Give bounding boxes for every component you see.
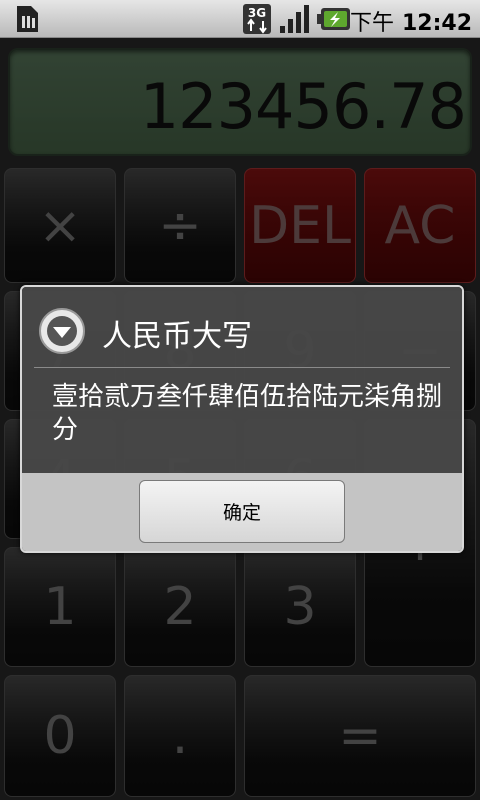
time-period: 下午 [349, 11, 394, 36]
dialog-divider [34, 367, 450, 368]
status-clock: 下午 12:42 [350, 5, 472, 37]
sim-card-icon [17, 6, 38, 32]
signal-strength-icon [280, 5, 309, 33]
svg-text:3G: 3G [248, 6, 266, 20]
time: 12:42 [401, 11, 472, 36]
3g-data-icon: 3G [243, 4, 271, 34]
dialog-content: 人民币大写 壹拾贰万叁仟肆佰伍拾陆元柒角捌分 [22, 287, 462, 473]
dropdown-circle-icon [39, 308, 85, 354]
uppercase-rmb-dialog: 人民币大写 壹拾贰万叁仟肆佰伍拾陆元柒角捌分 确定 [20, 285, 464, 553]
dialog-message: 壹拾贰万叁仟肆佰伍拾陆元柒角捌分 [52, 382, 443, 445]
dialog-button-bar: 确定 [22, 473, 462, 551]
ok-button[interactable]: 确定 [139, 480, 345, 543]
dialog-title: 人民币大写 [102, 319, 252, 354]
status-bar: 3G 下午 12:42 [0, 0, 480, 38]
battery-charging-icon [317, 8, 350, 30]
